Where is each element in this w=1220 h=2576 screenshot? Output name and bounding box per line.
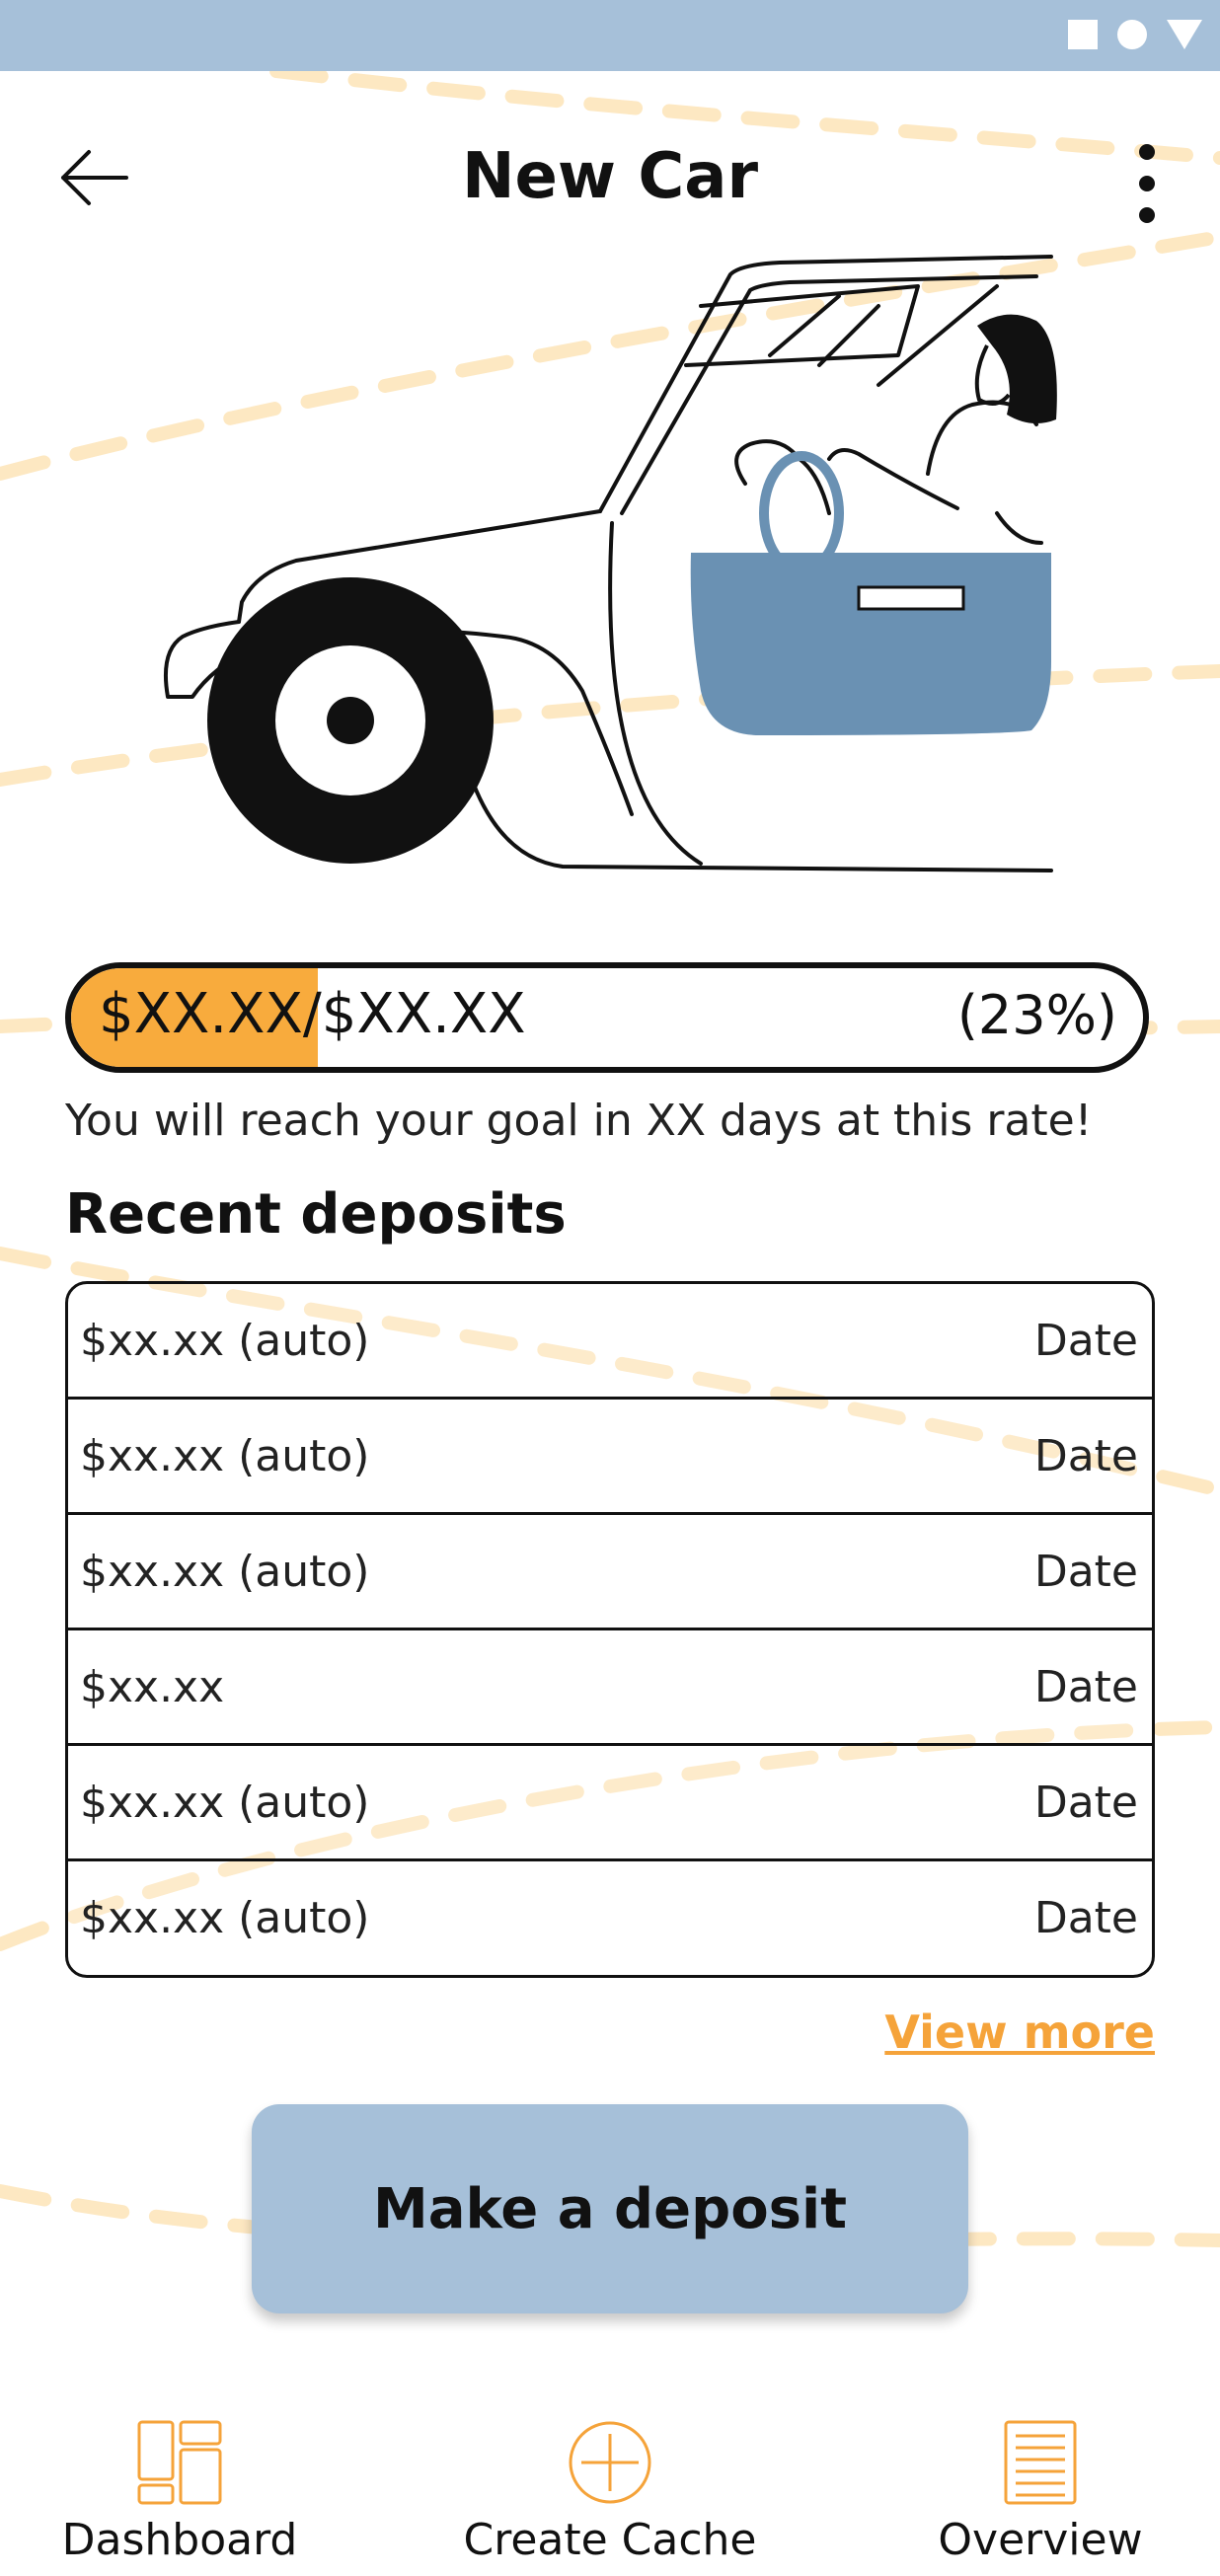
deposits-list: $xx.xx (auto) Date $xx.xx (auto) Date $x… [65, 1281, 1155, 1978]
more-options-icon[interactable] [1125, 136, 1169, 225]
list-item[interactable]: $xx.xx (auto) Date [68, 1746, 1152, 1861]
deposit-amount: $xx.xx (auto) [80, 1893, 370, 1943]
stop-icon [1068, 20, 1098, 49]
goal-estimate-text: You will reach your goal in XX days at t… [65, 1096, 1093, 1146]
view-more-link[interactable]: View more [884, 2006, 1155, 2059]
nav-create-cache[interactable]: Create Cache [432, 2418, 788, 2565]
deposit-amount: $xx.xx (auto) [80, 1430, 370, 1481]
deposit-amount: $xx.xx [80, 1661, 225, 1712]
dashboard-icon [137, 2420, 222, 2505]
car-illustration [163, 255, 1057, 872]
progress-amount: $XX.XX/$XX.XX [99, 982, 526, 1046]
make-deposit-button[interactable]: Make a deposit [252, 2104, 968, 2313]
deposit-amount: $xx.xx (auto) [80, 1315, 370, 1366]
deposit-date: Date [1033, 1893, 1138, 1943]
status-bar [0, 0, 1220, 71]
plus-circle-icon [569, 2421, 651, 2504]
deposit-date: Date [1033, 1777, 1138, 1828]
list-item[interactable]: $xx.xx Date [68, 1630, 1152, 1746]
progress-percent: (23%) [956, 984, 1117, 1046]
recent-deposits-title: Recent deposits [65, 1182, 567, 1247]
savings-progress-bar: $XX.XX/$XX.XX (23%) [65, 962, 1149, 1073]
nav-label: Dashboard [61, 2515, 298, 2565]
list-item[interactable]: $xx.xx (auto) Date [68, 1284, 1152, 1400]
deposit-date: Date [1033, 1430, 1138, 1481]
screen: New Car $XX.XX/$XX.XX (23%) You will rea… [0, 0, 1220, 2576]
deposit-amount: $xx.xx (auto) [80, 1777, 370, 1828]
list-item[interactable]: $xx.xx (auto) Date [68, 1400, 1152, 1515]
document-icon [1004, 2420, 1077, 2505]
page-title: New Car [461, 140, 759, 213]
nav-label: Overview [938, 2515, 1143, 2565]
deposit-date: Date [1033, 1315, 1138, 1366]
nav-overview[interactable]: Overview [863, 2418, 1218, 2565]
triangle-icon [1167, 20, 1202, 49]
list-item[interactable]: $xx.xx (auto) Date [68, 1861, 1152, 1975]
circle-icon [1117, 20, 1147, 49]
nav-label: Create Cache [463, 2515, 757, 2565]
deposit-amount: $xx.xx (auto) [80, 1546, 370, 1597]
list-item[interactable]: $xx.xx (auto) Date [68, 1515, 1152, 1630]
nav-dashboard[interactable]: Dashboard [2, 2418, 357, 2565]
deposit-date: Date [1033, 1546, 1138, 1597]
deposit-date: Date [1033, 1661, 1138, 1712]
